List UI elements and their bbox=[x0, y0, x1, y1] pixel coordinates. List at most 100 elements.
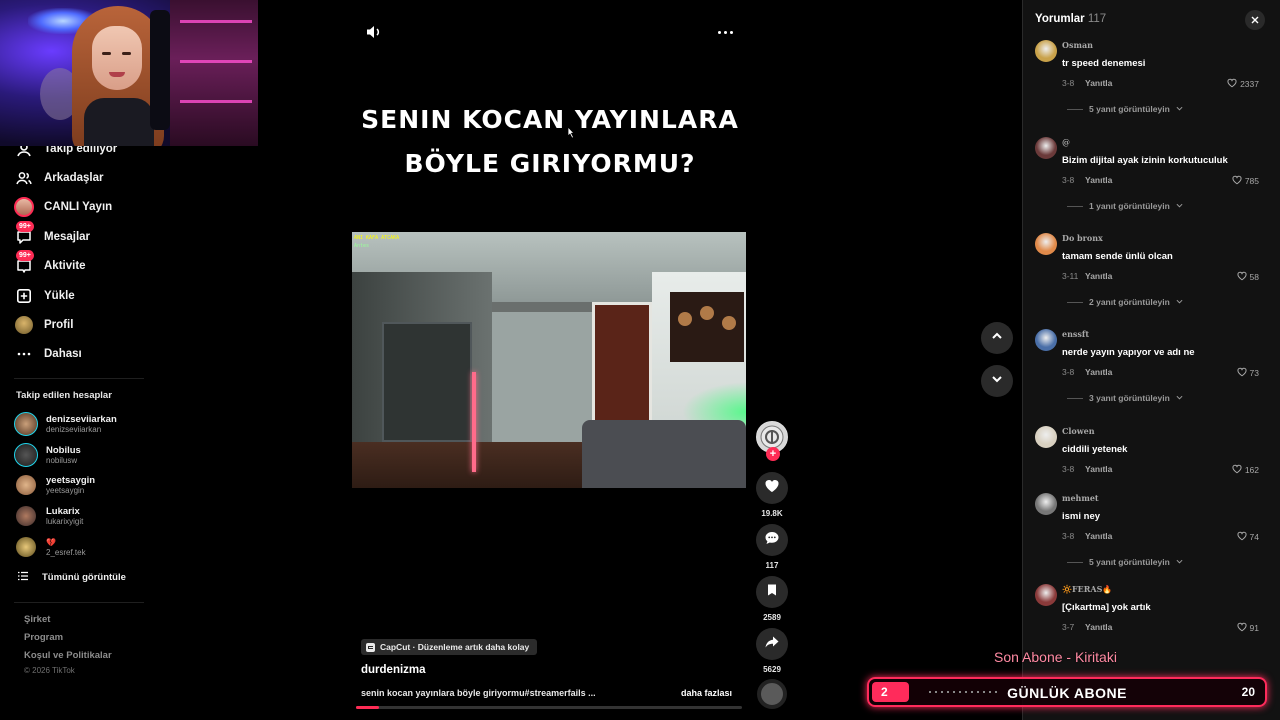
comment-user[interactable]: Do bronx bbox=[1062, 233, 1103, 243]
comment-text: nerde yayın yapıyor ve adı ne bbox=[1062, 347, 1195, 358]
following-account[interactable]: 💔 2_esref.tek bbox=[14, 534, 86, 560]
footer-link-program[interactable]: Program bbox=[24, 632, 63, 643]
following-account[interactable]: yeetsaygin yeetsaygin bbox=[14, 472, 95, 498]
comment-date: 3-8 bbox=[1062, 531, 1075, 541]
reply-button[interactable]: Yanıtla bbox=[1085, 271, 1112, 281]
share-button[interactable] bbox=[756, 628, 788, 660]
comment-user[interactable]: 🔆FERAS🔥 bbox=[1062, 584, 1112, 594]
avatar[interactable] bbox=[1035, 329, 1057, 351]
comment-user[interactable]: Clowen bbox=[1062, 426, 1095, 436]
comment-date: 3-8 bbox=[1062, 78, 1075, 88]
capcut-label: CapCut · Düzenleme artık daha kolay bbox=[380, 642, 530, 652]
view-replies-label: 1 yanıt görüntüleyin bbox=[1089, 201, 1170, 211]
following-account[interactable]: Nobilus nobilusw bbox=[14, 442, 81, 468]
nav-more-label: Dahası bbox=[44, 348, 82, 360]
following-account[interactable]: Lukarix lukarixyigit bbox=[14, 503, 83, 529]
nav-messages[interactable]: 99+ Mesajlar bbox=[14, 221, 90, 249]
caption-line: BÖYLE GIRIYORMU? bbox=[404, 149, 696, 178]
video-player[interactable]: ANI KAFA ATCAKA Antes bbox=[352, 232, 746, 488]
avatar[interactable] bbox=[1035, 233, 1057, 255]
view-replies-button[interactable]: 1 yanıt görüntüleyin bbox=[1067, 201, 1183, 211]
save-count: 2589 bbox=[763, 613, 781, 622]
like-button[interactable] bbox=[756, 472, 788, 504]
comment-date: 3-8 bbox=[1062, 464, 1075, 474]
following-accounts-title: Takip edilen hesaplar bbox=[16, 390, 112, 401]
avatar bbox=[16, 537, 36, 557]
nav-friends[interactable]: Arkadaşlar bbox=[14, 166, 103, 190]
share-count: 5629 bbox=[763, 665, 781, 674]
reply-button[interactable]: Yanıtla bbox=[1085, 464, 1112, 474]
view-replies-label: 5 yanıt görüntüleyin bbox=[1089, 104, 1170, 114]
nav-profile[interactable]: Profil bbox=[14, 313, 73, 337]
reply-button[interactable]: Yanıtla bbox=[1085, 175, 1112, 185]
comment-user[interactable]: @ bbox=[1062, 137, 1070, 147]
see-all-button[interactable]: Tümünü görüntüle bbox=[18, 571, 126, 584]
comment-like-button[interactable]: 58 bbox=[1236, 271, 1259, 283]
previous-video-button[interactable] bbox=[981, 322, 1013, 354]
comment-like-count: 162 bbox=[1244, 465, 1259, 475]
account-handle: nobilusw bbox=[46, 455, 78, 465]
video-progress-bar[interactable] bbox=[356, 706, 742, 709]
save-button[interactable] bbox=[756, 576, 788, 608]
heart-outline-icon bbox=[1232, 464, 1242, 476]
comments-count: 117 bbox=[1087, 13, 1107, 25]
reply-button[interactable]: Yanıtla bbox=[1085, 622, 1112, 632]
reply-button[interactable]: Yanıtla bbox=[1085, 367, 1112, 377]
creator-avatar[interactable]: + bbox=[756, 421, 788, 461]
comment-like-button[interactable]: 2337 bbox=[1227, 78, 1259, 90]
nav-friends-label: Arkadaşlar bbox=[44, 172, 104, 184]
nav-more[interactable]: Dahası bbox=[14, 342, 82, 366]
footer-link-terms[interactable]: Koşul ve Politikalar bbox=[24, 650, 112, 661]
view-replies-button[interactable]: 3 yanıt görüntüleyin bbox=[1067, 393, 1183, 403]
comment-user[interactable]: mehmet bbox=[1062, 493, 1099, 503]
avatar bbox=[14, 443, 38, 467]
more-options-icon[interactable] bbox=[714, 22, 736, 42]
comment-button[interactable] bbox=[756, 524, 788, 556]
comment-like-button[interactable]: 73 bbox=[1236, 367, 1259, 379]
hud-line: ANI KAFA ATCAKA bbox=[354, 235, 400, 241]
capcut-icon bbox=[366, 642, 375, 652]
nav-upload[interactable]: Yükle bbox=[14, 284, 75, 308]
chevron-down-icon bbox=[1176, 557, 1183, 567]
footer-link-company[interactable]: Şirket bbox=[24, 614, 50, 625]
view-replies-button[interactable]: 5 yanıt görüntüleyin bbox=[1067, 557, 1183, 567]
music-disc[interactable] bbox=[757, 679, 787, 709]
comment-like-count: 785 bbox=[1244, 176, 1259, 186]
see-more-button[interactable]: daha fazlası bbox=[681, 688, 732, 698]
caption-line: SENIN KOCAN YAYINLARA bbox=[361, 105, 739, 134]
reply-button[interactable]: Yanıtla bbox=[1085, 531, 1112, 541]
nav-live[interactable]: CANLI Yayın bbox=[14, 195, 112, 219]
next-video-button[interactable] bbox=[981, 365, 1013, 397]
avatar[interactable] bbox=[1035, 426, 1057, 448]
avatar[interactable] bbox=[1035, 493, 1057, 515]
account-handle: denizseviiarkan bbox=[46, 424, 102, 434]
comment-like-button[interactable]: 785 bbox=[1232, 175, 1259, 187]
following-account[interactable]: denizseviiarkan denizseviiarkan bbox=[14, 411, 117, 437]
avatar[interactable] bbox=[1035, 137, 1057, 159]
capcut-banner[interactable]: CapCut · Düzenleme artık daha kolay bbox=[361, 639, 538, 655]
chevron-down-icon bbox=[1176, 104, 1183, 114]
account-name: Nobilus bbox=[46, 444, 81, 456]
activity-badge: 99+ bbox=[16, 250, 34, 261]
view-replies-button[interactable]: 2 yanıt görüntüleyin bbox=[1067, 297, 1183, 307]
comment-like-button[interactable]: 74 bbox=[1236, 531, 1259, 543]
video-caption-overlay: SENIN KOCAN YAYINLARA BÖYLE GIRIYORMU? bbox=[330, 98, 770, 186]
share-icon bbox=[764, 634, 780, 655]
comment-text: tamam sende ünlü olcan bbox=[1062, 251, 1173, 262]
more-icon bbox=[14, 344, 34, 364]
nav-activity[interactable]: 99+ Aktivite bbox=[14, 250, 86, 278]
reply-button[interactable]: Yanıtla bbox=[1085, 78, 1112, 88]
follow-button[interactable]: + bbox=[766, 447, 780, 461]
view-replies-button[interactable]: 5 yanıt görüntüleyin bbox=[1067, 104, 1183, 114]
avatar[interactable] bbox=[1035, 40, 1057, 62]
avatar[interactable] bbox=[1035, 584, 1057, 606]
comment-user[interactable]: Osman bbox=[1062, 40, 1093, 50]
comment-like-button[interactable]: 162 bbox=[1232, 464, 1259, 476]
heart-outline-icon bbox=[1236, 531, 1247, 543]
comment-user[interactable]: enssft bbox=[1062, 329, 1089, 339]
stream-hud: ANI KAFA ATCAKA Antes bbox=[354, 234, 399, 250]
close-comments-button[interactable] bbox=[1245, 10, 1265, 30]
video-author[interactable]: durdenizma bbox=[361, 664, 426, 676]
comment-like-button[interactable]: 91 bbox=[1236, 622, 1259, 634]
sound-icon[interactable] bbox=[364, 22, 384, 42]
